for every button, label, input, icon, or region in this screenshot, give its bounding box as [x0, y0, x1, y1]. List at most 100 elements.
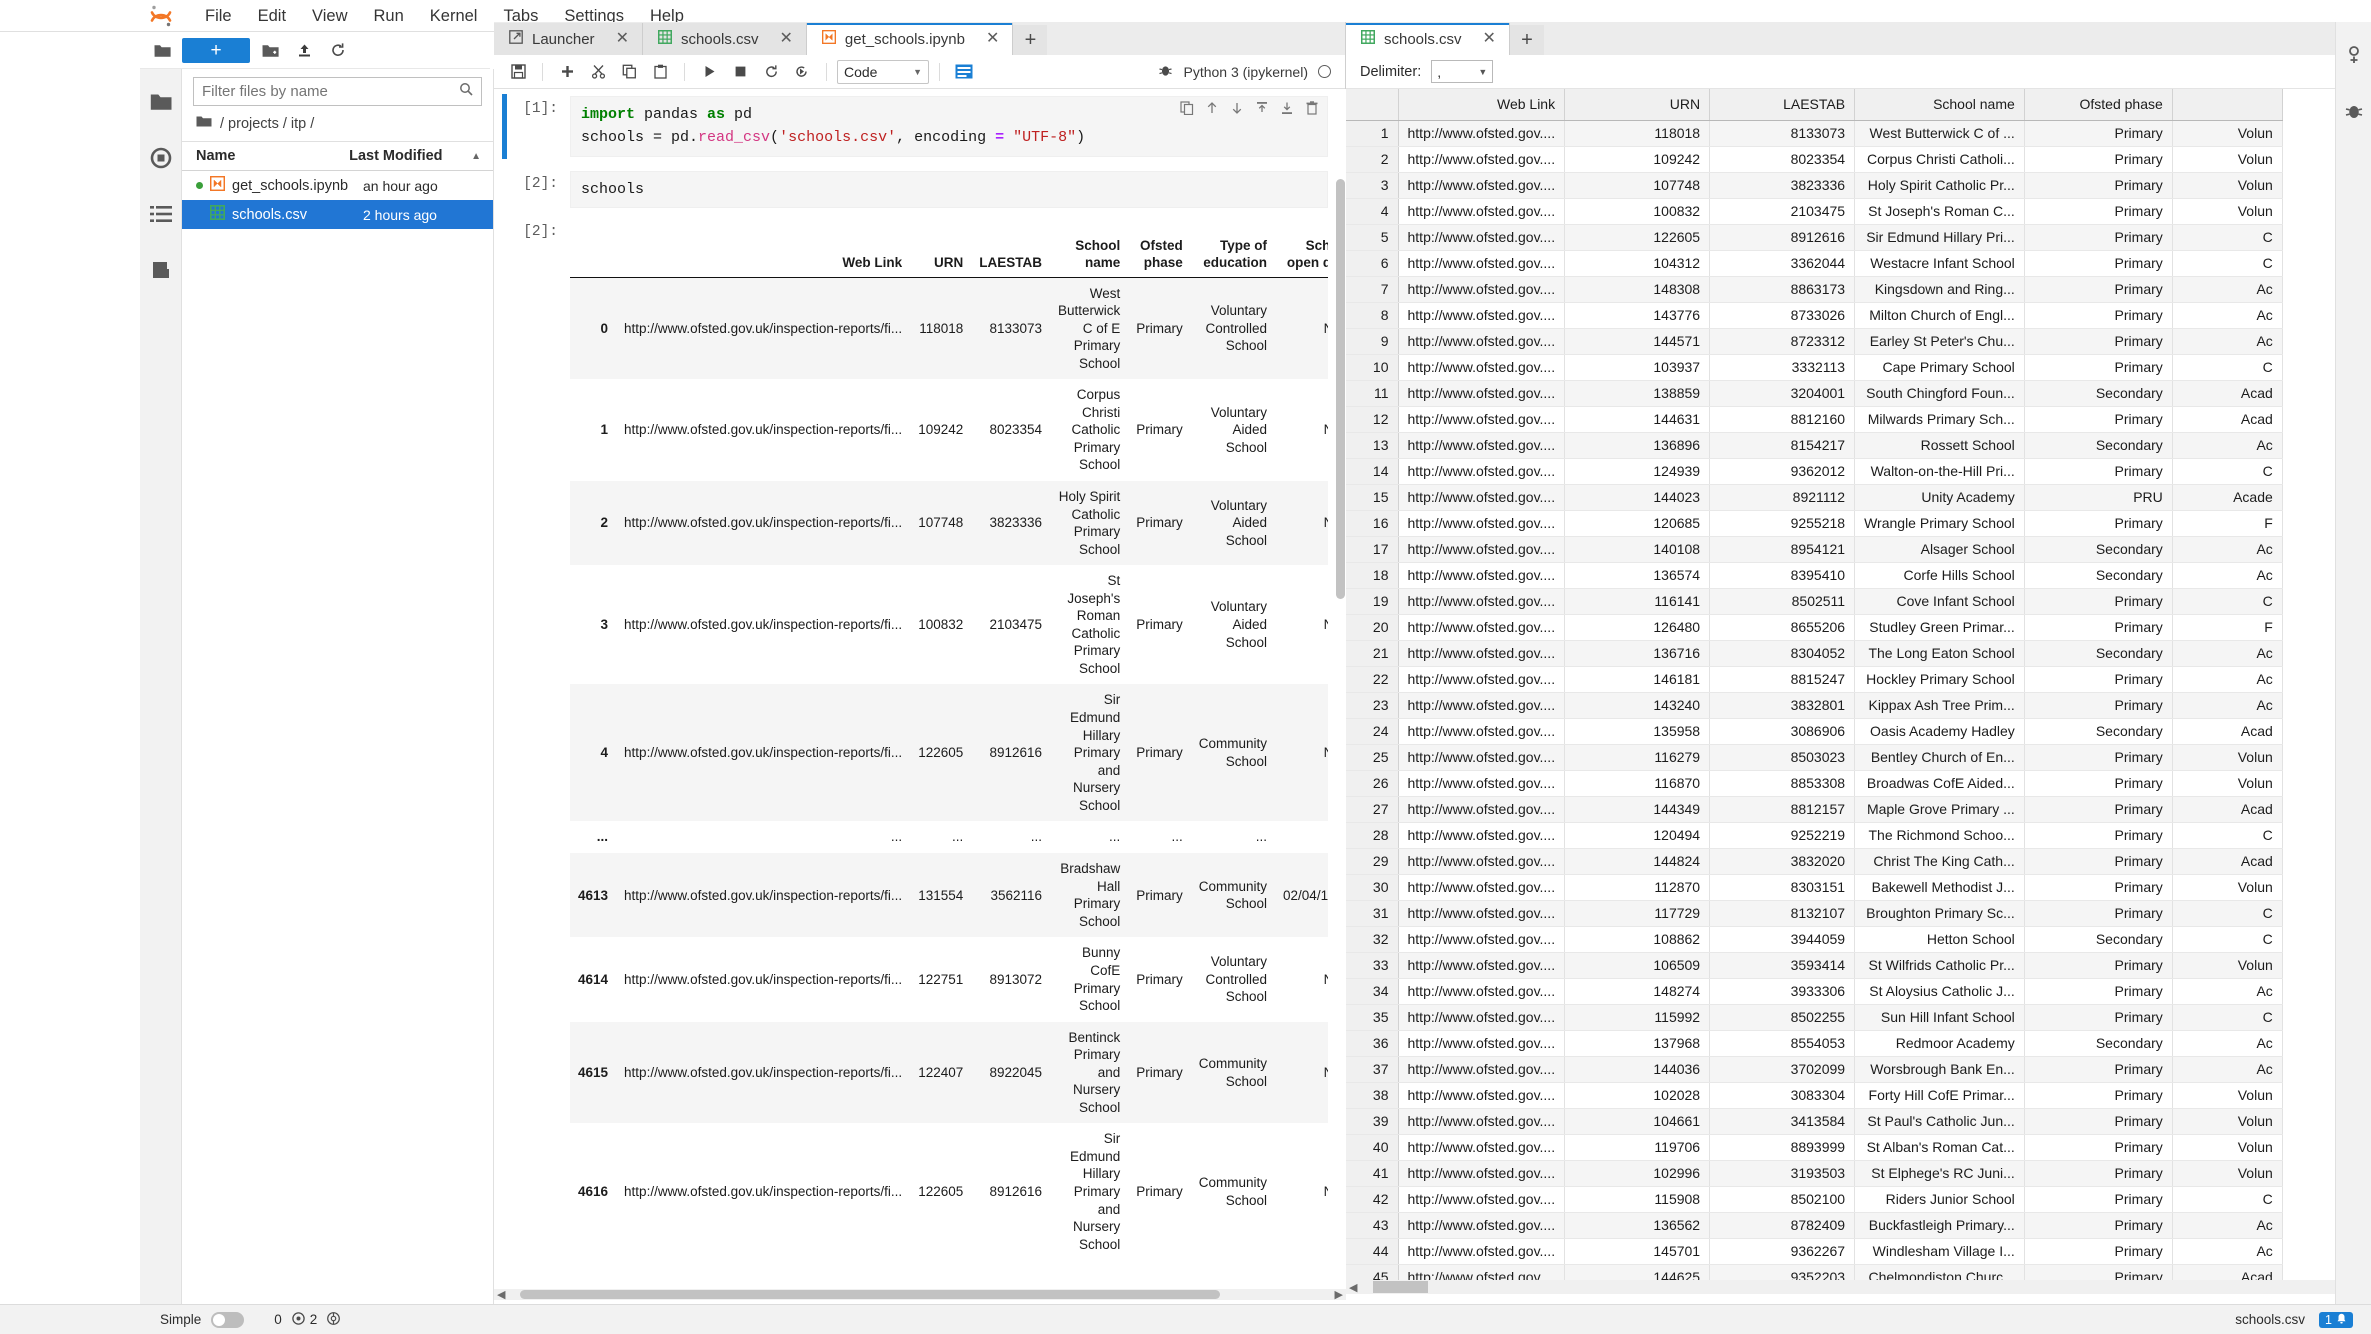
csv-horizontal-scrollbar[interactable]: ◀ ▶ — [1346, 1280, 2358, 1294]
grid-cell-urn[interactable]: 135958 — [1565, 718, 1710, 744]
grid-cell-school[interactable]: Milwards Primary Sch... — [1855, 406, 2025, 432]
grid-cell-weblink[interactable]: http://www.ofsted.gov.... — [1398, 146, 1565, 172]
duplicate-icon[interactable] — [1180, 101, 1194, 115]
grid-cell-school[interactable]: Rossett School — [1855, 432, 2025, 458]
grid-cell-school[interactable]: Bakewell Methodist J... — [1855, 874, 2025, 900]
sidebar-item-file-browser[interactable] — [146, 87, 176, 117]
table-row[interactable]: 5http://www.ofsted.gov....1226058912616S… — [1346, 224, 2282, 250]
grid-cell-laestab[interactable]: 8502255 — [1710, 1004, 1855, 1030]
table-row[interactable]: 11http://www.ofsted.gov....1388593204001… — [1346, 380, 2282, 406]
add-cell-icon[interactable] — [553, 59, 581, 85]
grid-cell-type[interactable]: C — [2172, 354, 2282, 380]
add-tab-button[interactable]: + — [1013, 25, 1047, 55]
grid-cell-phase[interactable]: Secondary — [2024, 640, 2172, 666]
table-row[interactable]: 4http://www.ofsted.gov....1008322103475S… — [1346, 198, 2282, 224]
grid-cell-type[interactable]: Volun — [2172, 1160, 2282, 1186]
table-row[interactable]: 23http://www.ofsted.gov....1432403832801… — [1346, 692, 2282, 718]
grid-cell-phase[interactable]: Primary — [2024, 744, 2172, 770]
menu-kernel[interactable]: Kernel — [417, 0, 491, 32]
table-row[interactable]: 30http://www.ofsted.gov....1128708303151… — [1346, 874, 2282, 900]
grid-cell-type[interactable]: Acad — [2172, 718, 2282, 744]
grid-cell-phase[interactable]: Primary — [2024, 276, 2172, 302]
tab-schools-csv-right[interactable]: schools.csv ✕ — [1346, 23, 1510, 55]
table-row[interactable]: 24http://www.ofsted.gov....1359583086906… — [1346, 718, 2282, 744]
grid-cell-weblink[interactable]: http://www.ofsted.gov.... — [1398, 978, 1565, 1004]
grid-cell-school[interactable]: St Paul's Catholic Jun... — [1855, 1108, 2025, 1134]
grid-cell-phase[interactable]: Primary — [2024, 848, 2172, 874]
grid-cell-phase[interactable]: Primary — [2024, 1212, 2172, 1238]
breadcrumb[interactable]: / projects / itp / — [182, 112, 493, 141]
grid-cell-phase[interactable]: Primary — [2024, 250, 2172, 276]
grid-cell-phase[interactable]: Primary — [2024, 978, 2172, 1004]
grid-cell-laestab[interactable]: 8733026 — [1710, 302, 1855, 328]
grid-cell-urn[interactable]: 117729 — [1565, 900, 1710, 926]
grid-cell-school[interactable]: Sir Edmund Hillary Pri... — [1855, 224, 2025, 250]
grid-cell-phase[interactable]: Primary — [2024, 1082, 2172, 1108]
grid-cell-urn[interactable]: 120685 — [1565, 510, 1710, 536]
table-row[interactable]: 14http://www.ofsted.gov....1249399362012… — [1346, 458, 2282, 484]
restart-run-all-icon[interactable] — [788, 59, 816, 85]
grid-cell-type[interactable]: Volun — [2172, 198, 2282, 224]
grid-cell-school[interactable]: South Chingford Foun... — [1855, 380, 2025, 406]
table-row[interactable]: 13http://www.ofsted.gov....1368968154217… — [1346, 432, 2282, 458]
grid-cell-school[interactable]: Corpus Christi Catholi... — [1855, 146, 2025, 172]
grid-col-type-partial[interactable] — [2172, 89, 2282, 120]
grid-cell-urn[interactable]: 144023 — [1565, 484, 1710, 510]
grid-cell-phase[interactable]: Primary — [2024, 1134, 2172, 1160]
grid-cell-laestab[interactable]: 9362267 — [1710, 1238, 1855, 1264]
grid-cell-type[interactable]: C — [2172, 926, 2282, 952]
close-icon[interactable]: ✕ — [1483, 31, 1496, 47]
grid-cell-weblink[interactable]: http://www.ofsted.gov.... — [1398, 484, 1565, 510]
grid-cell-phase[interactable]: Secondary — [2024, 718, 2172, 744]
grid-cell-laestab[interactable]: 9255218 — [1710, 510, 1855, 536]
grid-col-phase[interactable]: Ofsted phase — [2024, 89, 2172, 120]
grid-cell-type[interactable]: Volun — [2172, 1134, 2282, 1160]
run-icon[interactable] — [695, 59, 723, 85]
grid-cell-phase[interactable]: Primary — [2024, 302, 2172, 328]
grid-cell-urn[interactable]: 118018 — [1565, 120, 1710, 146]
grid-cell-phase[interactable]: Primary — [2024, 770, 2172, 796]
column-header-last-modified[interactable]: Last Modified — [349, 148, 467, 164]
close-icon[interactable]: ✕ — [616, 31, 629, 47]
table-row[interactable]: 7http://www.ofsted.gov....1483088863173K… — [1346, 276, 2282, 302]
grid-cell-laestab[interactable]: 3083304 — [1710, 1082, 1855, 1108]
grid-cell-weblink[interactable]: http://www.ofsted.gov.... — [1398, 744, 1565, 770]
table-row[interactable]: 38http://www.ofsted.gov....1020283083304… — [1346, 1082, 2282, 1108]
scrollbar-thumb[interactable] — [520, 1290, 1220, 1299]
grid-cell-type[interactable]: C — [2172, 458, 2282, 484]
grid-cell-urn[interactable]: 143240 — [1565, 692, 1710, 718]
grid-cell-urn[interactable]: 148308 — [1565, 276, 1710, 302]
grid-cell-laestab[interactable]: 8954121 — [1710, 536, 1855, 562]
grid-cell-phase[interactable]: Primary — [2024, 822, 2172, 848]
cut-icon[interactable] — [584, 59, 612, 85]
cell-type-select[interactable]: Code ▼ — [837, 60, 929, 84]
sidebar-item-commands[interactable] — [146, 199, 176, 229]
grid-cell-type[interactable]: Ac — [2172, 276, 2282, 302]
grid-cell-urn[interactable]: 146181 — [1565, 666, 1710, 692]
grid-col-school[interactable]: School name — [1855, 89, 2025, 120]
grid-cell-school[interactable]: Worsbrough Bank En... — [1855, 1056, 2025, 1082]
extension-status[interactable] — [327, 1312, 340, 1328]
grid-cell-school[interactable]: Broadwas CofE Aided... — [1855, 770, 2025, 796]
grid-cell-school[interactable]: St Elphege's RC Juni... — [1855, 1160, 2025, 1186]
kernel-name[interactable]: Python 3 (ipykernel) — [1183, 64, 1308, 80]
grid-cell-laestab[interactable]: 8303151 — [1710, 874, 1855, 900]
grid-cell-weblink[interactable]: http://www.ofsted.gov.... — [1398, 692, 1565, 718]
grid-cell-laestab[interactable]: 8893999 — [1710, 1134, 1855, 1160]
table-row[interactable]: 1http://www.ofsted.gov....1180188133073W… — [1346, 120, 2282, 146]
grid-cell-weblink[interactable]: http://www.ofsted.gov.... — [1398, 848, 1565, 874]
grid-cell-type[interactable]: Ac — [2172, 978, 2282, 1004]
grid-cell-laestab[interactable]: 8723312 — [1710, 328, 1855, 354]
restart-icon[interactable] — [757, 59, 785, 85]
grid-cell-type[interactable]: Ac — [2172, 640, 2282, 666]
grid-cell-phase[interactable]: Secondary — [2024, 1030, 2172, 1056]
grid-cell-urn[interactable]: 108862 — [1565, 926, 1710, 952]
grid-cell-urn[interactable]: 115992 — [1565, 1004, 1710, 1030]
grid-cell-type[interactable]: Ac — [2172, 562, 2282, 588]
grid-cell-phase[interactable]: Primary — [2024, 1108, 2172, 1134]
insert-below-icon[interactable] — [1280, 101, 1294, 115]
grid-cell-school[interactable]: Holy Spirit Catholic Pr... — [1855, 172, 2025, 198]
grid-cell-school[interactable]: Walton-on-the-Hill Pri... — [1855, 458, 2025, 484]
list-item[interactable]: get_schools.ipynb an hour ago — [182, 171, 493, 200]
grid-cell-type[interactable]: C — [2172, 822, 2282, 848]
